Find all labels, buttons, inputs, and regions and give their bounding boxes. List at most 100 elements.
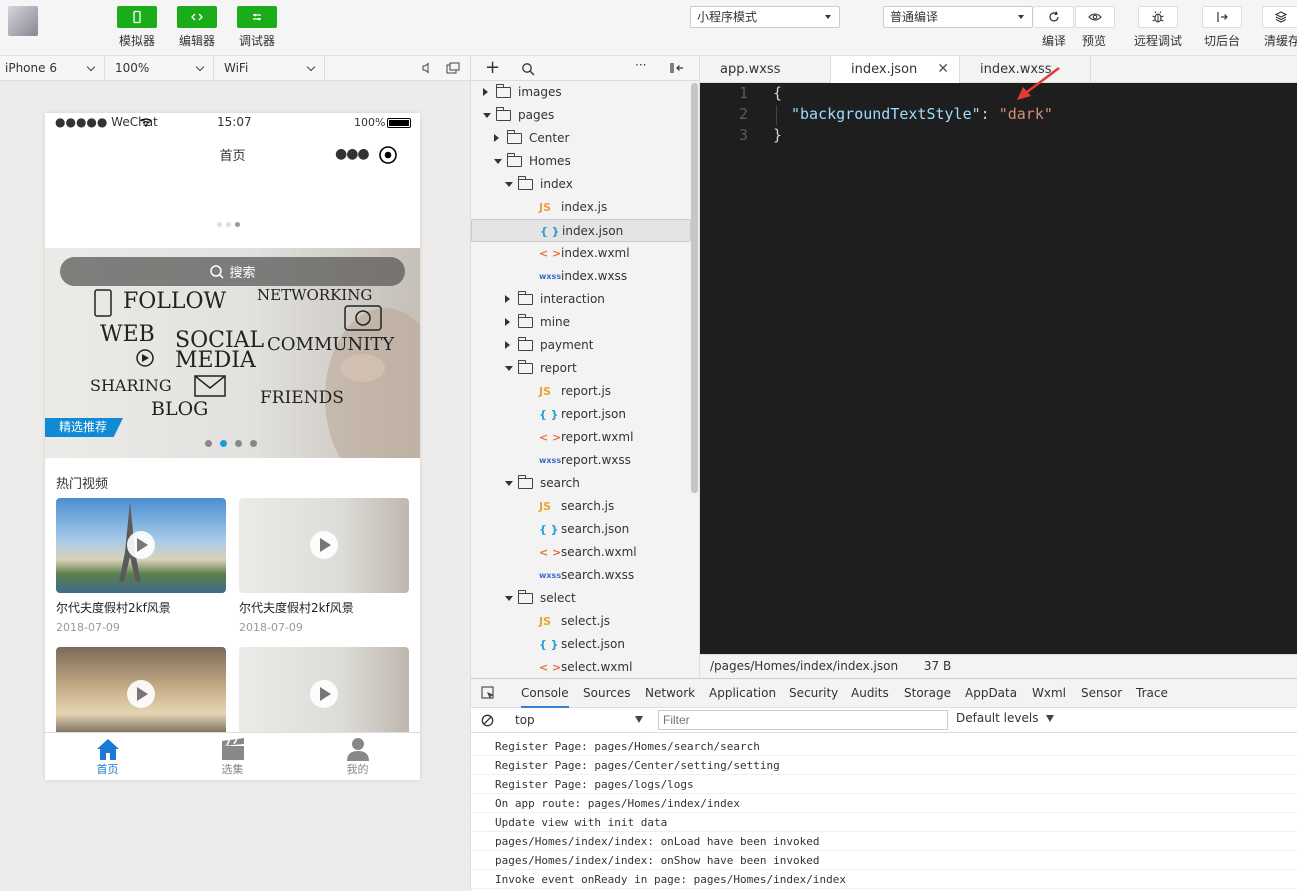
- banner-word: FRIENDS: [260, 388, 344, 408]
- mode-select[interactable]: 小程序模式: [690, 6, 840, 28]
- caret-down-icon[interactable]: [505, 366, 513, 371]
- tree-file[interactable]: JS select.js: [471, 610, 691, 633]
- tree-folder[interactable]: interaction: [471, 288, 691, 311]
- compile-mode-value: 普通编译: [890, 10, 939, 24]
- console-filter-bar: top Default levels: [471, 708, 1297, 733]
- tree-file[interactable]: < > search.wxml: [471, 541, 691, 564]
- tab-episodes[interactable]: 选集: [170, 733, 295, 780]
- more-icon[interactable]: ●●●: [335, 146, 370, 162]
- device-select[interactable]: iPhone 6: [0, 56, 105, 80]
- folder-icon: [496, 84, 511, 98]
- caret-down-icon[interactable]: [494, 159, 502, 164]
- devtools-tab-application[interactable]: Application: [709, 679, 776, 708]
- clear-console-icon[interactable]: [481, 714, 494, 727]
- tree-file[interactable]: { } select.json: [471, 633, 691, 656]
- tree-file[interactable]: < > report.wxml: [471, 426, 691, 449]
- network-select[interactable]: WiFi: [214, 56, 325, 80]
- tree-file[interactable]: < > select.wxml: [471, 656, 691, 678]
- tab-app-wxss[interactable]: app.wxss: [700, 56, 831, 83]
- tab-index-json[interactable]: index.json ✕: [831, 56, 960, 83]
- devtools-tab-sources[interactable]: Sources: [583, 679, 630, 708]
- video-card[interactable]: 尔代夫度假村2kf风景 2018-07-09: [239, 498, 409, 634]
- search-bar[interactable]: 搜索: [60, 257, 405, 286]
- tree-folder[interactable]: payment: [471, 334, 691, 357]
- devtools-tab-storage[interactable]: Storage: [904, 679, 951, 708]
- banner-dots: [205, 440, 257, 447]
- log-levels-select[interactable]: Default levels: [956, 711, 1055, 725]
- caret-down-icon[interactable]: [505, 481, 513, 486]
- devtools-tab-wxml[interactable]: Wxml: [1032, 679, 1066, 708]
- caret-right-icon[interactable]: [505, 318, 510, 326]
- wxml-file-icon: < >: [539, 431, 562, 444]
- tree-file[interactable]: JS search.js: [471, 495, 691, 518]
- caret-right-icon[interactable]: [483, 88, 488, 96]
- compile-mode-select[interactable]: 普通编译: [883, 6, 1033, 28]
- tree-folder[interactable]: index: [471, 173, 691, 196]
- tree-folder[interactable]: mine: [471, 311, 691, 334]
- tree-folder[interactable]: search: [471, 472, 691, 495]
- console-log: Register Page: pages/Homes/search/search…: [471, 733, 1297, 889]
- tree-folder[interactable]: report: [471, 357, 691, 380]
- caret-down-icon[interactable]: [483, 113, 491, 118]
- search-icon[interactable]: [521, 62, 535, 76]
- collapse-panel-icon[interactable]: [669, 61, 685, 75]
- caret-right-icon[interactable]: [505, 341, 510, 349]
- console-filter-input[interactable]: [658, 710, 948, 730]
- detach-window-icon[interactable]: [446, 62, 460, 75]
- console-log-line: Invoke event onReady in page: pages/Home…: [471, 870, 1297, 889]
- remote-debug-button[interactable]: [1138, 6, 1178, 28]
- close-miniprogram-icon[interactable]: [378, 145, 398, 165]
- explorer-scrollbar[interactable]: [691, 83, 698, 493]
- add-file-icon[interactable]: +: [485, 57, 500, 78]
- tree-file[interactable]: wxss index.wxss: [471, 265, 691, 288]
- devtools-tab-sensor[interactable]: Sensor: [1081, 679, 1122, 708]
- banner-carousel[interactable]: FOLLOW NETWORKING WEB SOCIAL MEDIA COMMU…: [45, 248, 420, 458]
- zoom-select[interactable]: 100%: [105, 56, 214, 80]
- inspect-element-icon[interactable]: [481, 686, 496, 701]
- tree-file[interactable]: wxss report.wxss: [471, 449, 691, 472]
- code-editor[interactable]: 1 2 3 { "backgroundTextStyle": "dark" }: [700, 67, 1297, 654]
- debugger-toggle-button[interactable]: [237, 6, 277, 28]
- devtools-tab-console[interactable]: Console: [521, 679, 569, 708]
- compile-button[interactable]: [1034, 6, 1074, 28]
- tree-file[interactable]: JS index.js: [471, 196, 691, 219]
- caret-down-icon[interactable]: [505, 182, 513, 187]
- devtools-tab-network[interactable]: Network: [645, 679, 695, 708]
- devtools-tab-trace[interactable]: Trace: [1136, 679, 1168, 708]
- clear-cache-button[interactable]: [1262, 6, 1297, 28]
- tab-home[interactable]: 首页: [45, 733, 170, 780]
- tree-file[interactable]: { } index.json: [471, 219, 691, 242]
- tree-file[interactable]: { } report.json: [471, 403, 691, 426]
- tree-folder[interactable]: select: [471, 587, 691, 610]
- tab-mine[interactable]: 我的: [295, 733, 420, 780]
- background-button[interactable]: [1202, 6, 1242, 28]
- tree-folder[interactable]: Center: [471, 127, 691, 150]
- tree-folder[interactable]: pages: [471, 104, 691, 127]
- user-avatar[interactable]: [8, 6, 38, 36]
- tree-folder[interactable]: Homes: [471, 150, 691, 173]
- close-icon[interactable]: ✕: [937, 56, 949, 83]
- caret-right-icon[interactable]: [505, 295, 510, 303]
- tree-item-label: search.js: [561, 499, 615, 513]
- video-card[interactable]: [56, 647, 226, 742]
- devtools-tab-audits[interactable]: Audits: [851, 679, 889, 708]
- tree-file[interactable]: < > index.wxml: [471, 242, 691, 265]
- caret-down-icon[interactable]: [505, 596, 513, 601]
- simulator-toolbar: iPhone 6 100% WiFi: [0, 56, 471, 81]
- devtools-tab-appdata[interactable]: AppData: [965, 679, 1017, 708]
- devtools-tab-security[interactable]: Security: [789, 679, 838, 708]
- preview-button[interactable]: [1075, 6, 1115, 28]
- more-options-icon[interactable]: ···: [635, 58, 646, 72]
- tree-file[interactable]: wxss search.wxss: [471, 564, 691, 587]
- tree-file[interactable]: { } search.json: [471, 518, 691, 541]
- tree-file[interactable]: JS report.js: [471, 380, 691, 403]
- editor-toggle-button[interactable]: [177, 6, 217, 28]
- tree-folder[interactable]: images: [471, 81, 691, 104]
- js-file-icon: JS: [539, 500, 552, 513]
- context-select[interactable]: top: [508, 710, 648, 730]
- mute-icon[interactable]: [421, 62, 433, 74]
- video-card[interactable]: 尔代夫度假村2kf风景 2018-07-09: [56, 498, 226, 634]
- caret-right-icon[interactable]: [494, 134, 499, 142]
- video-card[interactable]: [239, 647, 409, 742]
- simulator-toggle-button[interactable]: [117, 6, 157, 28]
